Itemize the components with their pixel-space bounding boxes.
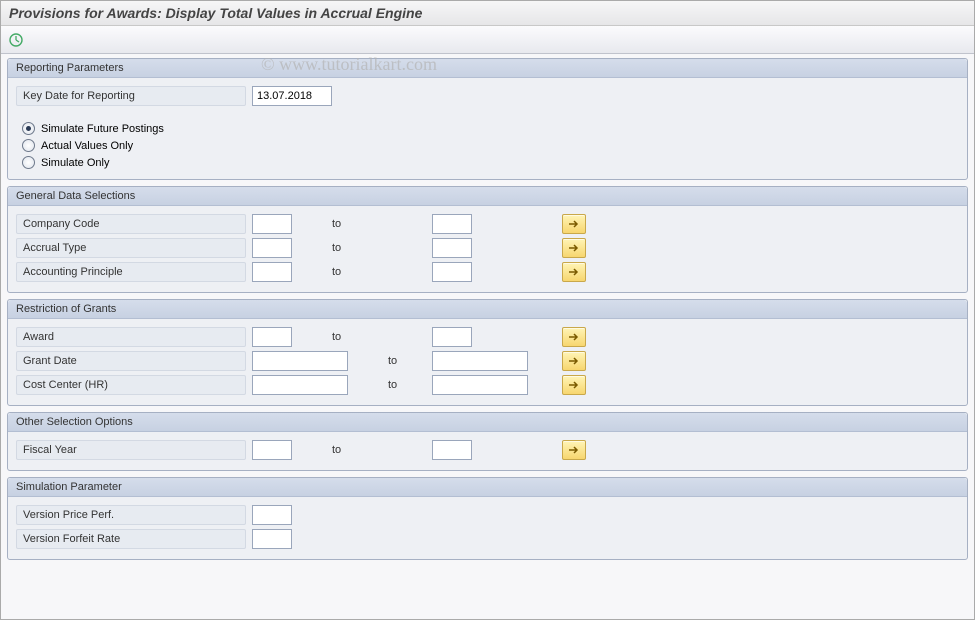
label-grant-date: Grant Date [16, 351, 246, 371]
multiple-selection-button[interactable] [562, 238, 586, 258]
input-award-low[interactable] [252, 327, 292, 347]
multiple-selection-button[interactable] [562, 214, 586, 234]
group-header: Reporting Parameters [8, 59, 967, 78]
radio-label: Simulate Future Postings [41, 123, 164, 135]
to-label: to [292, 242, 432, 254]
multiple-selection-button[interactable] [562, 440, 586, 460]
radio-simulate-only[interactable] [22, 156, 35, 169]
execute-icon[interactable] [7, 31, 25, 49]
input-award-high[interactable] [432, 327, 472, 347]
input-version-forfeit[interactable] [252, 529, 292, 549]
arrow-right-icon [568, 445, 580, 455]
input-accounting-principle-high[interactable] [432, 262, 472, 282]
to-label: to [292, 266, 432, 278]
group-header: Simulation Parameter [8, 478, 967, 497]
input-cost-center-high[interactable] [432, 375, 528, 395]
multiple-selection-button[interactable] [562, 351, 586, 371]
toolbar: © www.tutorialkart.com [1, 26, 974, 54]
label-version-price: Version Price Perf. [16, 505, 246, 525]
to-label: to [348, 379, 432, 391]
input-fiscal-year-low[interactable] [252, 440, 292, 460]
radio-actual-values[interactable] [22, 139, 35, 152]
group-header: General Data Selections [8, 187, 967, 206]
input-accrual-type-high[interactable] [432, 238, 472, 258]
label-accounting-principle: Accounting Principle [16, 262, 246, 282]
input-company-code-low[interactable] [252, 214, 292, 234]
label-cost-center: Cost Center (HR) [16, 375, 246, 395]
content-area: Reporting Parameters Key Date for Report… [1, 54, 974, 619]
group-header: Restriction of Grants [8, 300, 967, 319]
arrow-right-icon [568, 219, 580, 229]
input-fiscal-year-high[interactable] [432, 440, 472, 460]
multiple-selection-button[interactable] [562, 375, 586, 395]
label-key-date: Key Date for Reporting [16, 86, 246, 106]
multiple-selection-button[interactable] [562, 262, 586, 282]
input-grant-date-high[interactable] [432, 351, 528, 371]
label-company-code: Company Code [16, 214, 246, 234]
multiple-selection-button[interactable] [562, 327, 586, 347]
group-grants: Restriction of Grants Award to Grant Dat… [7, 299, 968, 406]
input-version-price[interactable] [252, 505, 292, 525]
radio-simulate-future[interactable] [22, 122, 35, 135]
group-header: Other Selection Options [8, 413, 967, 432]
app-window: Provisions for Awards: Display Total Val… [0, 0, 975, 620]
group-simulation: Simulation Parameter Version Price Perf.… [7, 477, 968, 560]
to-label: to [292, 218, 432, 230]
arrow-right-icon [568, 356, 580, 366]
input-grant-date-low[interactable] [252, 351, 348, 371]
to-label: to [292, 444, 432, 456]
label-accrual-type: Accrual Type [16, 238, 246, 258]
radio-label: Actual Values Only [41, 140, 133, 152]
arrow-right-icon [568, 380, 580, 390]
group-reporting: Reporting Parameters Key Date for Report… [7, 58, 968, 180]
arrow-right-icon [568, 267, 580, 277]
label-award: Award [16, 327, 246, 347]
arrow-right-icon [568, 243, 580, 253]
input-company-code-high[interactable] [432, 214, 472, 234]
input-accrual-type-low[interactable] [252, 238, 292, 258]
page-title: Provisions for Awards: Display Total Val… [1, 1, 974, 26]
input-key-date[interactable] [252, 86, 332, 106]
to-label: to [292, 331, 432, 343]
input-cost-center-low[interactable] [252, 375, 348, 395]
group-general: General Data Selections Company Code to … [7, 186, 968, 293]
label-version-forfeit: Version Forfeit Rate [16, 529, 246, 549]
label-fiscal-year: Fiscal Year [16, 440, 246, 460]
arrow-right-icon [568, 332, 580, 342]
group-other: Other Selection Options Fiscal Year to [7, 412, 968, 471]
radio-label: Simulate Only [41, 157, 109, 169]
to-label: to [348, 355, 432, 367]
input-accounting-principle-low[interactable] [252, 262, 292, 282]
